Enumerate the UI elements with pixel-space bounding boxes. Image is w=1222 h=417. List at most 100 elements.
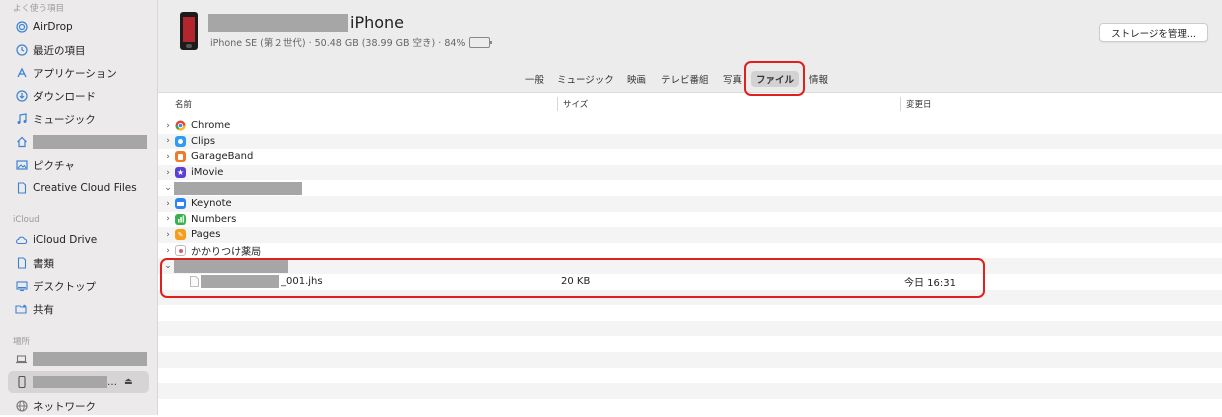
row-name: Numbers (191, 213, 237, 225)
column-header-size[interactable]: サイズ (563, 93, 588, 115)
laptop-icon (15, 353, 28, 366)
cloud-icon (15, 234, 28, 247)
iphone-icon (15, 376, 28, 389)
garageband-icon (175, 151, 186, 163)
tab-tv-shows[interactable]: テレビ番組 (656, 71, 714, 87)
column-divider (900, 97, 901, 111)
battery-icon (469, 36, 493, 48)
sidebar-item-downloads[interactable]: ダウンロード (0, 85, 158, 107)
sidebar-item-music[interactable]: ミュージック (0, 108, 158, 130)
favorites-header: よく使う項目 (13, 4, 65, 14)
sidebar-item-creative-cloud[interactable]: Creative Cloud Files (0, 177, 158, 199)
desktop-icon (15, 280, 28, 293)
sidebar-item-label: ダウンロード (33, 90, 96, 103)
row-name: Chrome (191, 120, 231, 132)
sidebar-item-label: Creative Cloud Files (33, 182, 137, 194)
column-divider (557, 97, 558, 111)
row-date: 今日 16:31 (904, 278, 956, 290)
tab-music[interactable]: ミュージック (552, 71, 619, 87)
eject-icon[interactable]: ⏏ (124, 377, 133, 387)
sidebar-item-documents[interactable]: 書類 (0, 252, 158, 274)
pharmacy-icon (175, 245, 186, 257)
redacted-row-name (174, 259, 288, 273)
main-content: iPhone iPhone SE (第２世代) · 50.48 GB (38.9… (158, 0, 1222, 415)
disclosure-chevron[interactable]: › (164, 246, 172, 256)
pictures-icon (15, 159, 28, 172)
tab-movies[interactable]: 映画 (622, 71, 651, 87)
table-row-redacted-folder[interactable]: ⌄ (158, 180, 1222, 196)
disclosure-chevron[interactable]: ⌄ (164, 183, 172, 193)
sidebar-item-home[interactable] (0, 131, 158, 153)
manage-storage-button[interactable]: ストレージを管理... (1099, 23, 1208, 42)
redacted-row-name (174, 181, 302, 195)
row-name: かかりつけ薬局 (191, 247, 262, 259)
empty-row (158, 383, 1222, 399)
table-row-imovie[interactable]: › ★ iMovie (158, 164, 1222, 181)
tab-info[interactable]: 情報 (804, 71, 833, 87)
sidebar-item-pictures[interactable]: ピクチャ (0, 154, 158, 176)
numbers-icon (175, 213, 186, 225)
sidebar-item-label: 最近の項目 (33, 44, 86, 57)
shared-folder-icon (15, 303, 28, 316)
sidebar-item-applications[interactable]: アプリケーション (0, 62, 158, 84)
row-name: Clips (191, 135, 216, 147)
row-name: iMovie (191, 167, 224, 179)
sidebar-item-iphone[interactable]: … ⏏ (8, 371, 149, 393)
clock-icon (15, 44, 28, 57)
device-info-text: iPhone SE (第２世代) · 50.48 GB (38.99 GB 空き… (210, 38, 466, 49)
empty-row (158, 336, 1222, 352)
sidebar-item-recents[interactable]: 最近の項目 (0, 39, 158, 61)
table-row-garageband[interactable]: › GarageBand (158, 149, 1222, 165)
redacted-mac-label (33, 352, 147, 366)
sidebar-item-shared[interactable]: 共有 (0, 298, 158, 320)
disclosure-chevron[interactable]: › (164, 230, 172, 240)
disclosure-chevron[interactable]: › (164, 121, 172, 131)
sidebar-item-mac[interactable] (0, 348, 158, 370)
row-name: GarageBand (191, 151, 254, 163)
tab-photos[interactable]: 写真 (718, 71, 747, 87)
home-icon (15, 136, 28, 149)
table-row-pages[interactable]: › ✎ Pages (158, 227, 1222, 243)
disclosure-chevron[interactable]: ⌄ (164, 261, 172, 271)
iphone-device-icon (180, 12, 198, 50)
icloud-header: iCloud (13, 215, 40, 225)
disclosure-chevron[interactable]: › (164, 168, 172, 178)
sidebar-item-label: アプリケーション (33, 67, 117, 80)
table-row-redacted-app[interactable]: ⌄ (158, 258, 1222, 274)
disclosure-chevron[interactable]: › (164, 199, 172, 209)
table-row-keynote[interactable]: › Keynote (158, 196, 1222, 212)
tab-files[interactable]: ファイル (751, 71, 800, 87)
row-size: 20 KB (561, 276, 591, 288)
empty-row (158, 320, 1222, 337)
locations-header: 場所 (13, 337, 31, 347)
device-name: iPhone (208, 13, 404, 32)
disclosure-chevron[interactable]: › (164, 152, 172, 162)
column-header-name[interactable]: 名前 (175, 93, 192, 115)
table-row-pharmacy[interactable]: › かかりつけ薬局 (158, 243, 1222, 259)
table-row-numbers[interactable]: › Numbers (158, 212, 1222, 228)
row-name: _001.jhs (281, 276, 323, 288)
redacted-home-label (33, 135, 147, 149)
redacted-file-name (201, 275, 279, 289)
table-row-clips[interactable]: › Clips (158, 133, 1222, 150)
disclosure-chevron[interactable]: › (164, 214, 172, 224)
column-header-date[interactable]: 変更日 (906, 93, 932, 115)
empty-row (158, 305, 1222, 321)
tab-general[interactable]: 一般 (520, 71, 549, 87)
applications-icon (15, 67, 28, 80)
sidebar-item-label: AirDrop (33, 21, 73, 33)
clips-icon (175, 135, 186, 147)
sidebar-item-network[interactable]: ネットワーク (0, 395, 158, 417)
table-row-file[interactable]: _001.jhs 20 KB 今日 16:31 (158, 274, 1222, 290)
sidebar-item-label: デスクトップ (33, 280, 96, 293)
row-name: Pages (191, 229, 221, 241)
sidebar-item-desktop[interactable]: デスクトップ (0, 275, 158, 297)
network-icon (15, 400, 28, 413)
chrome-icon (175, 120, 186, 131)
file-icon (189, 276, 200, 288)
table-row-chrome[interactable]: › Chrome (158, 118, 1222, 134)
sidebar-item-label: ミュージック (33, 113, 96, 126)
sidebar-item-airdrop[interactable]: AirDrop (0, 16, 158, 38)
sidebar-item-icloud-drive[interactable]: iCloud Drive (0, 229, 158, 251)
disclosure-chevron[interactable]: › (164, 136, 172, 146)
